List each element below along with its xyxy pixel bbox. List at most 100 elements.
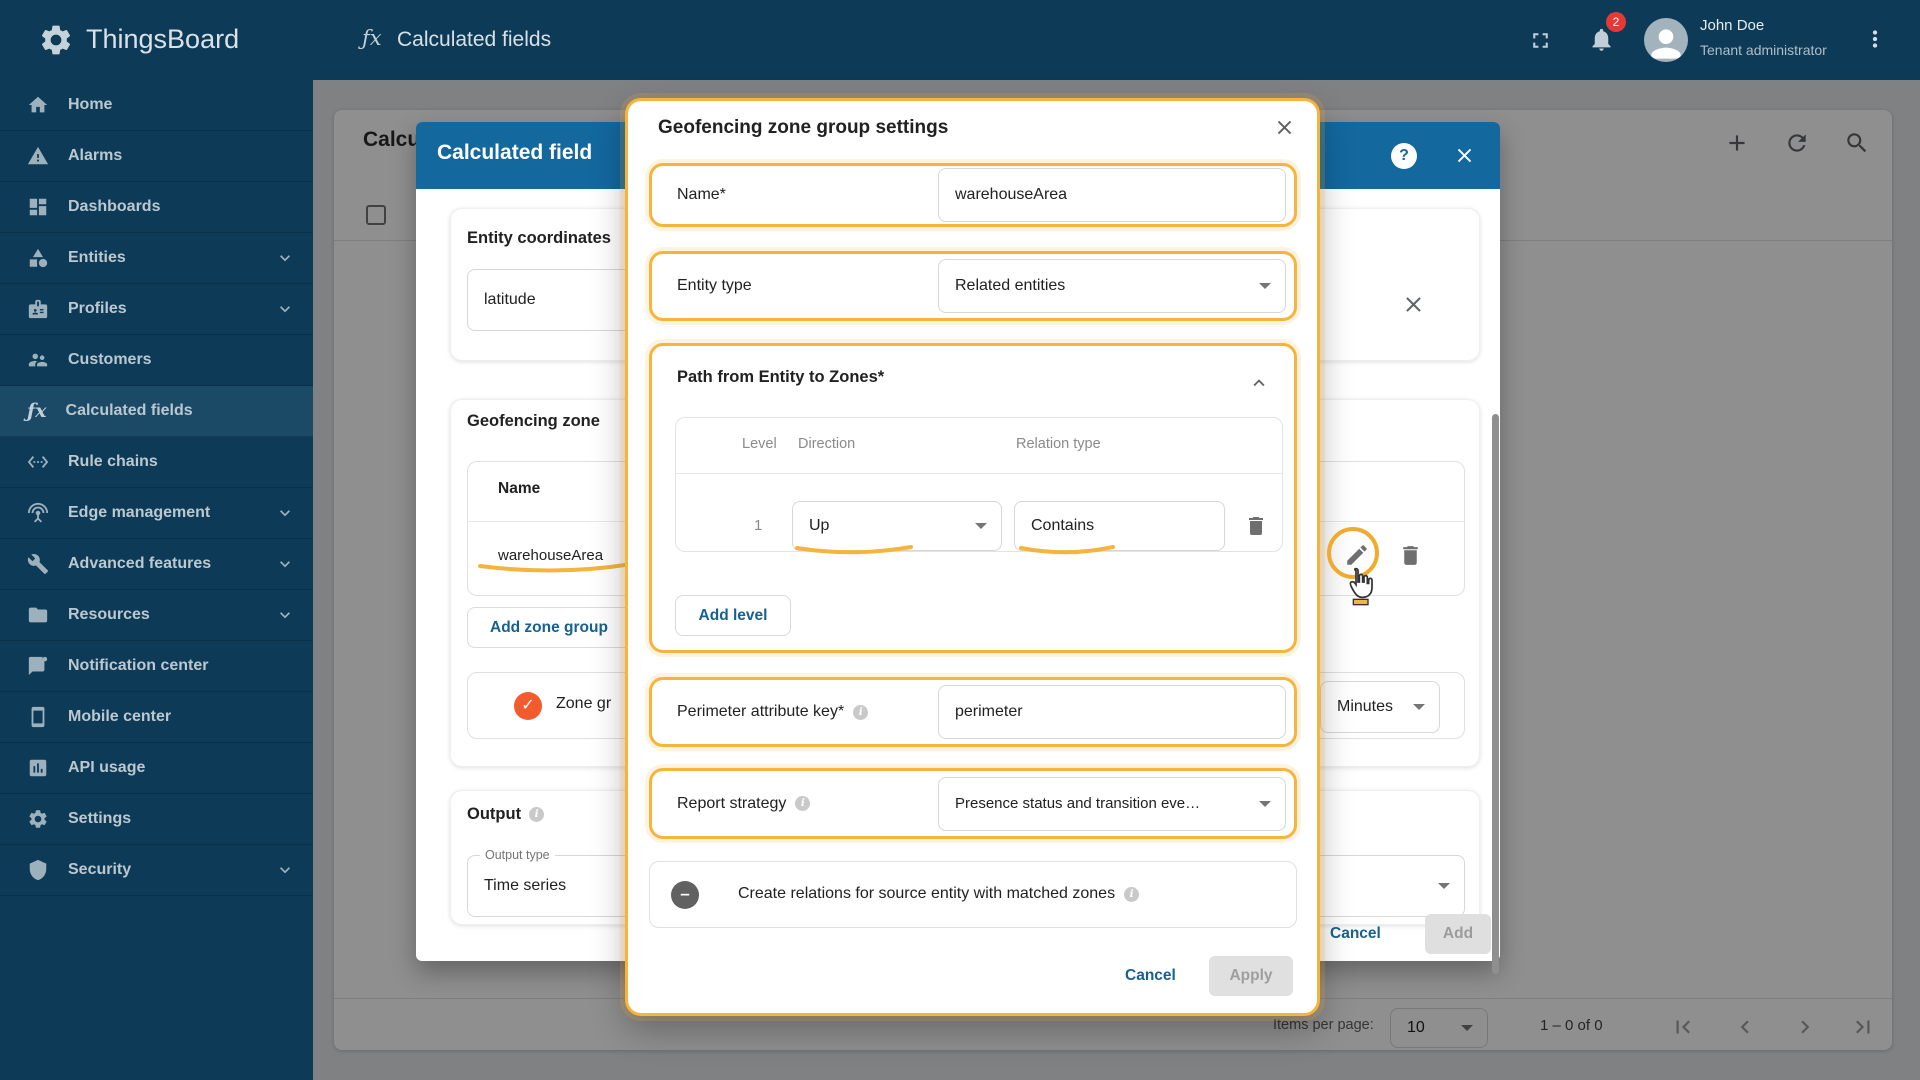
- chevron-down-icon: [275, 554, 295, 574]
- entities-icon: [27, 247, 49, 269]
- topbar: ThingsBoard ƒx Calculated fields 2 John …: [0, 0, 1920, 80]
- column-header-relation-type: Relation type: [1016, 436, 1101, 452]
- toggle-check: ✓: [514, 692, 542, 720]
- sidebar-item-entities[interactable]: Entities: [0, 233, 313, 284]
- chevron-down-icon: [275, 248, 295, 268]
- sidebar-item-resources[interactable]: Resources: [0, 590, 313, 641]
- direction-select[interactable]: Up: [792, 501, 1002, 551]
- report-strategy-section: Report strategy i Presence status and tr…: [649, 768, 1297, 839]
- info-icon: i: [853, 704, 869, 720]
- perimeter-input[interactable]: perimeter: [938, 685, 1286, 739]
- card-heading: Geofencing zone: [467, 412, 600, 430]
- delete-trash-icon[interactable]: [1398, 543, 1423, 568]
- sidebar-item-alarms[interactable]: Alarms: [0, 131, 313, 182]
- card-heading: Output i: [467, 805, 545, 824]
- gear-icon: [27, 808, 49, 830]
- dialog-title: Geofencing zone group settings: [658, 117, 949, 138]
- shield-icon: [27, 859, 49, 881]
- chevron-down-icon: [1438, 883, 1450, 889]
- interval-unit-select[interactable]: Minutes: [1320, 681, 1440, 733]
- sidebar-item-notification-center[interactable]: Notification center: [0, 641, 313, 692]
- chevron-down-icon: [1413, 704, 1425, 710]
- name-input[interactable]: warehouseArea: [938, 168, 1286, 222]
- report-strategy-select[interactable]: Presence status and transition eve…: [938, 776, 1286, 831]
- sidebar-item-edge-management[interactable]: Edge management: [0, 488, 313, 539]
- api-usage-icon: [27, 757, 49, 779]
- user-name: John Doe: [1700, 17, 1765, 34]
- close-icon[interactable]: [1453, 144, 1476, 167]
- thingsboard-logo-icon: [38, 22, 74, 58]
- entity-type-label: Entity type: [677, 277, 752, 294]
- dialog-title: Calculated field: [437, 141, 593, 164]
- toggle-label: Zone gr: [556, 695, 612, 712]
- remove-row-icon[interactable]: [1401, 292, 1426, 317]
- entity-type-select[interactable]: Related entities: [938, 259, 1286, 313]
- path-levels-table: Level Direction Relation type 1 Up Conta…: [675, 417, 1283, 555]
- chevron-down-icon: [275, 860, 295, 880]
- logo-text: ThingsBoard: [86, 24, 240, 54]
- cancel-button[interactable]: Cancel: [1125, 967, 1176, 985]
- report-strategy-label: Report strategy i: [677, 795, 811, 813]
- avatar[interactable]: [1644, 18, 1688, 62]
- user-role: Tenant administrator: [1700, 42, 1827, 58]
- topbar-page-title: Calculated fields: [397, 28, 552, 51]
- column-header-level: Level: [742, 436, 777, 452]
- chevron-down-icon: [975, 523, 987, 529]
- path-heading: Path from Entity to Zones*: [677, 368, 885, 386]
- customers-icon: [27, 349, 49, 371]
- relation-type-input[interactable]: Contains: [1014, 501, 1225, 551]
- sidebar-item-advanced-features[interactable]: Advanced features: [0, 539, 313, 590]
- edge-icon: [27, 502, 49, 524]
- delete-trash-icon[interactable]: [1244, 514, 1268, 538]
- info-icon: i: [795, 796, 811, 811]
- sidebar-item-mobile-center[interactable]: Mobile center: [0, 692, 313, 743]
- level-number: 1: [754, 517, 763, 534]
- toggle-minus: –: [671, 881, 699, 909]
- path-section: Path from Entity to Zones* Level Directi…: [649, 343, 1297, 653]
- warning-icon: [27, 145, 49, 167]
- dashboards-icon: [27, 196, 49, 218]
- hand-cursor-icon: [1344, 566, 1376, 606]
- notifications-badge: 2: [1606, 12, 1626, 32]
- add-level-button[interactable]: Add level: [675, 595, 791, 636]
- sidebar-item-dashboards[interactable]: Dashboards: [0, 182, 313, 233]
- chevron-down-icon: [275, 605, 295, 625]
- name-label: Name*: [677, 186, 726, 203]
- column-header-name: Name: [498, 480, 541, 497]
- sidebar-item-calculated-fields[interactable]: ƒx Calculated fields: [0, 386, 313, 437]
- folder-icon: [27, 604, 49, 626]
- add-button[interactable]: Add: [1425, 914, 1491, 954]
- apply-button[interactable]: Apply: [1209, 956, 1293, 996]
- floating-label: Output type: [480, 848, 555, 862]
- collapse-chevron-up-icon[interactable]: [1248, 372, 1270, 394]
- sidebar-item-rule-chains[interactable]: Rule chains: [0, 437, 313, 488]
- cancel-button[interactable]: Cancel: [1330, 925, 1381, 943]
- entity-type-section: Entity type Related entities: [649, 251, 1297, 321]
- tools-icon: [27, 553, 49, 575]
- sidebar-item-profiles[interactable]: Profiles: [0, 284, 313, 335]
- fx-icon: ƒx: [27, 400, 47, 422]
- help-icon[interactable]: ?: [1391, 143, 1417, 169]
- more-menu-icon[interactable]: [1862, 26, 1888, 52]
- card-heading: Entity coordinates: [467, 229, 611, 247]
- chevron-down-icon: [275, 503, 295, 523]
- sidebar-item-api-usage[interactable]: API usage: [0, 743, 313, 794]
- fx-icon: ƒx: [362, 26, 382, 50]
- sidebar-item-settings[interactable]: Settings: [0, 794, 313, 845]
- notification-icon: [27, 655, 49, 677]
- sidebar-item-home[interactable]: Home: [0, 80, 313, 131]
- info-icon: i: [1124, 886, 1140, 902]
- sidebar: Home Alarms Dashboards Entities Profiles…: [0, 80, 313, 1080]
- chevron-down-icon: [1259, 283, 1271, 289]
- divider: [676, 473, 1282, 474]
- mobile-icon: [27, 706, 49, 728]
- create-relations-row: – Create relations for source entity wit…: [649, 861, 1297, 928]
- sidebar-item-security[interactable]: Security: [0, 845, 313, 896]
- scrollbar-thumb[interactable]: [1492, 414, 1499, 974]
- zone-group-name: warehouseArea: [498, 547, 604, 564]
- close-icon[interactable]: [1273, 116, 1296, 139]
- fullscreen-icon[interactable]: [1528, 28, 1553, 53]
- profiles-icon: [27, 298, 49, 320]
- sidebar-item-customers[interactable]: Customers: [0, 335, 313, 386]
- chevron-down-icon: [275, 299, 295, 319]
